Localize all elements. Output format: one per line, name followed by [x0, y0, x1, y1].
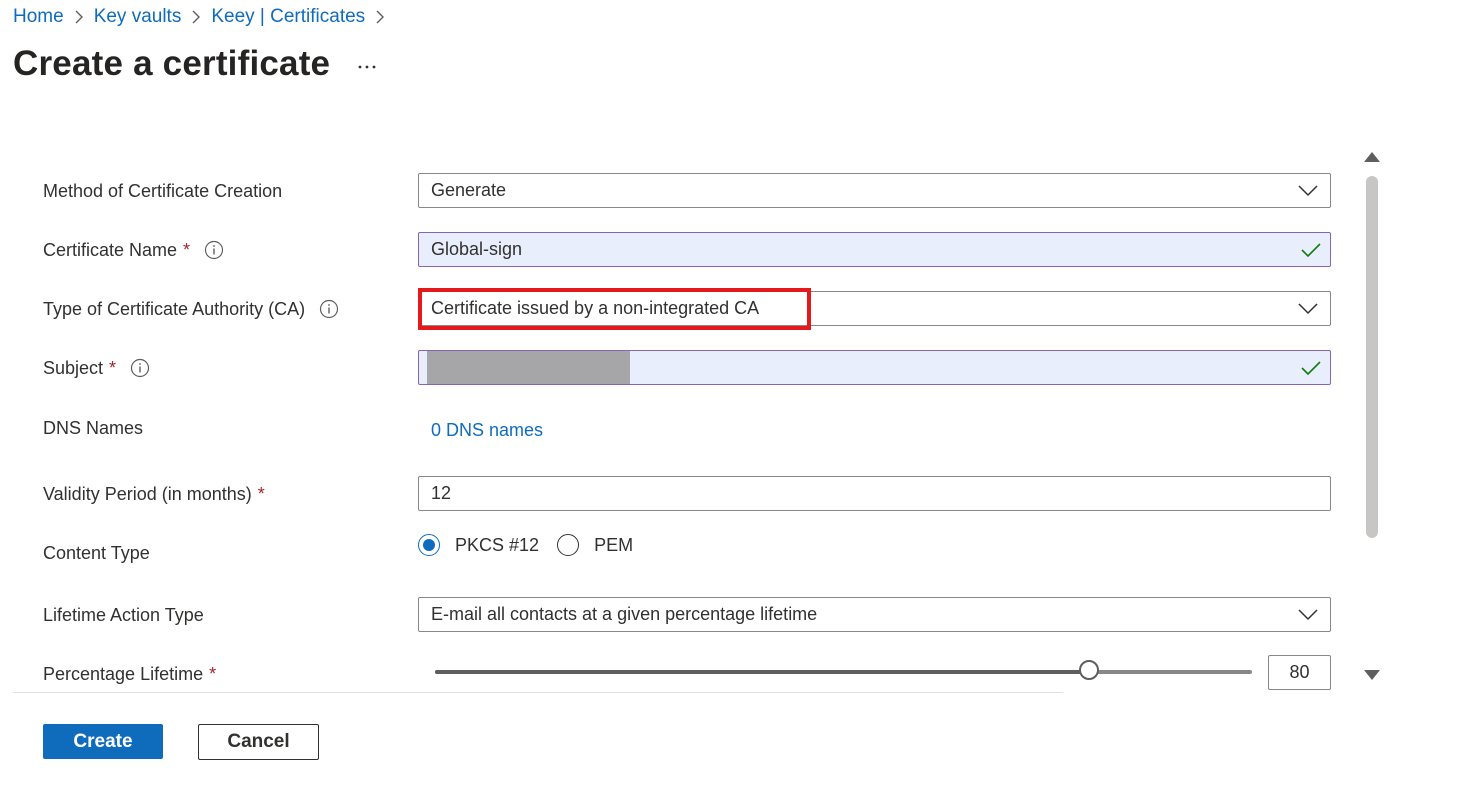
scrollbar-thumb[interactable] [1366, 176, 1378, 538]
breadcrumb-home[interactable]: Home [13, 6, 64, 28]
lifetime-action-value: E-mail all contacts at a given percentag… [431, 604, 818, 624]
percentage-slider[interactable] [435, 660, 1252, 680]
certificate-name-label: Certificate Name * [43, 237, 224, 263]
chevron-down-icon [1298, 185, 1318, 197]
ca-type-label: Type of Certificate Authority (CA) [43, 296, 339, 322]
radio-pkcs12[interactable] [418, 534, 440, 556]
required-marker: * [209, 663, 217, 684]
footer-divider [13, 692, 1063, 693]
dns-names-link[interactable]: 0 DNS names [431, 420, 543, 441]
scroll-down-button[interactable] [1363, 668, 1381, 686]
checkmark-icon [1301, 243, 1321, 258]
breadcrumb-key-vaults[interactable]: Key vaults [94, 6, 182, 28]
percentage-lifetime-label: Percentage Lifetime * [43, 663, 217, 684]
certificate-name-input[interactable]: Global-sign [418, 232, 1331, 267]
triangle-down-icon [1364, 670, 1380, 680]
method-label: Method of Certificate Creation [43, 180, 283, 201]
ca-type-value: Certificate issued by a non-integrated C… [431, 298, 760, 318]
method-dropdown[interactable]: Generate [418, 173, 1331, 208]
percentage-value-input[interactable]: 80 [1268, 655, 1331, 690]
chevron-right-icon [375, 10, 385, 24]
lifetime-action-label: Lifetime Action Type [43, 604, 204, 625]
chevron-right-icon [74, 10, 84, 24]
chevron-down-icon [1298, 609, 1318, 621]
info-icon[interactable] [204, 240, 224, 260]
validity-input[interactable]: 12 [418, 476, 1331, 511]
radio-pem-label: PEM [594, 534, 634, 555]
subject-label: Subject * [43, 355, 150, 381]
triangle-up-icon [1364, 152, 1380, 162]
info-icon[interactable] [130, 358, 150, 378]
required-marker: * [109, 357, 117, 378]
slider-fill [435, 670, 1089, 674]
info-icon[interactable] [319, 299, 339, 319]
radio-pkcs12-label: PKCS #12 [455, 534, 540, 555]
content-type-radio-group: PKCS #12 PEM [418, 534, 633, 556]
required-marker: * [257, 483, 265, 504]
redacted-value [427, 351, 630, 384]
ca-type-dropdown[interactable]: Certificate issued by a non-integrated C… [418, 291, 1331, 326]
chevron-right-icon [191, 10, 201, 24]
checkmark-icon [1301, 361, 1321, 376]
dns-names-label: DNS Names [43, 417, 144, 438]
lifetime-action-dropdown[interactable]: E-mail all contacts at a given percentag… [418, 597, 1331, 632]
certificate-name-value: Global-sign [431, 239, 523, 259]
method-value: Generate [431, 180, 507, 200]
radio-selected-dot [423, 539, 435, 551]
validity-value: 12 [431, 483, 452, 503]
breadcrumb: Home Key vaults Keey | Certificates [13, 4, 395, 30]
more-icon [358, 65, 376, 69]
chevron-down-icon [1298, 303, 1318, 315]
more-options-button[interactable] [352, 52, 382, 82]
cancel-button[interactable]: Cancel [198, 724, 319, 760]
breadcrumb-certificates[interactable]: Keey | Certificates [211, 6, 365, 28]
content-type-label: Content Type [43, 542, 150, 563]
scroll-up-button[interactable] [1363, 150, 1381, 168]
required-marker: * [183, 239, 191, 260]
slider-thumb[interactable] [1078, 660, 1099, 680]
validity-label: Validity Period (in months) * [43, 483, 265, 504]
radio-pem[interactable] [557, 534, 580, 556]
page-title: Create a certificate [13, 44, 331, 83]
create-button[interactable]: Create [43, 724, 163, 759]
subject-input[interactable] [418, 350, 1331, 385]
